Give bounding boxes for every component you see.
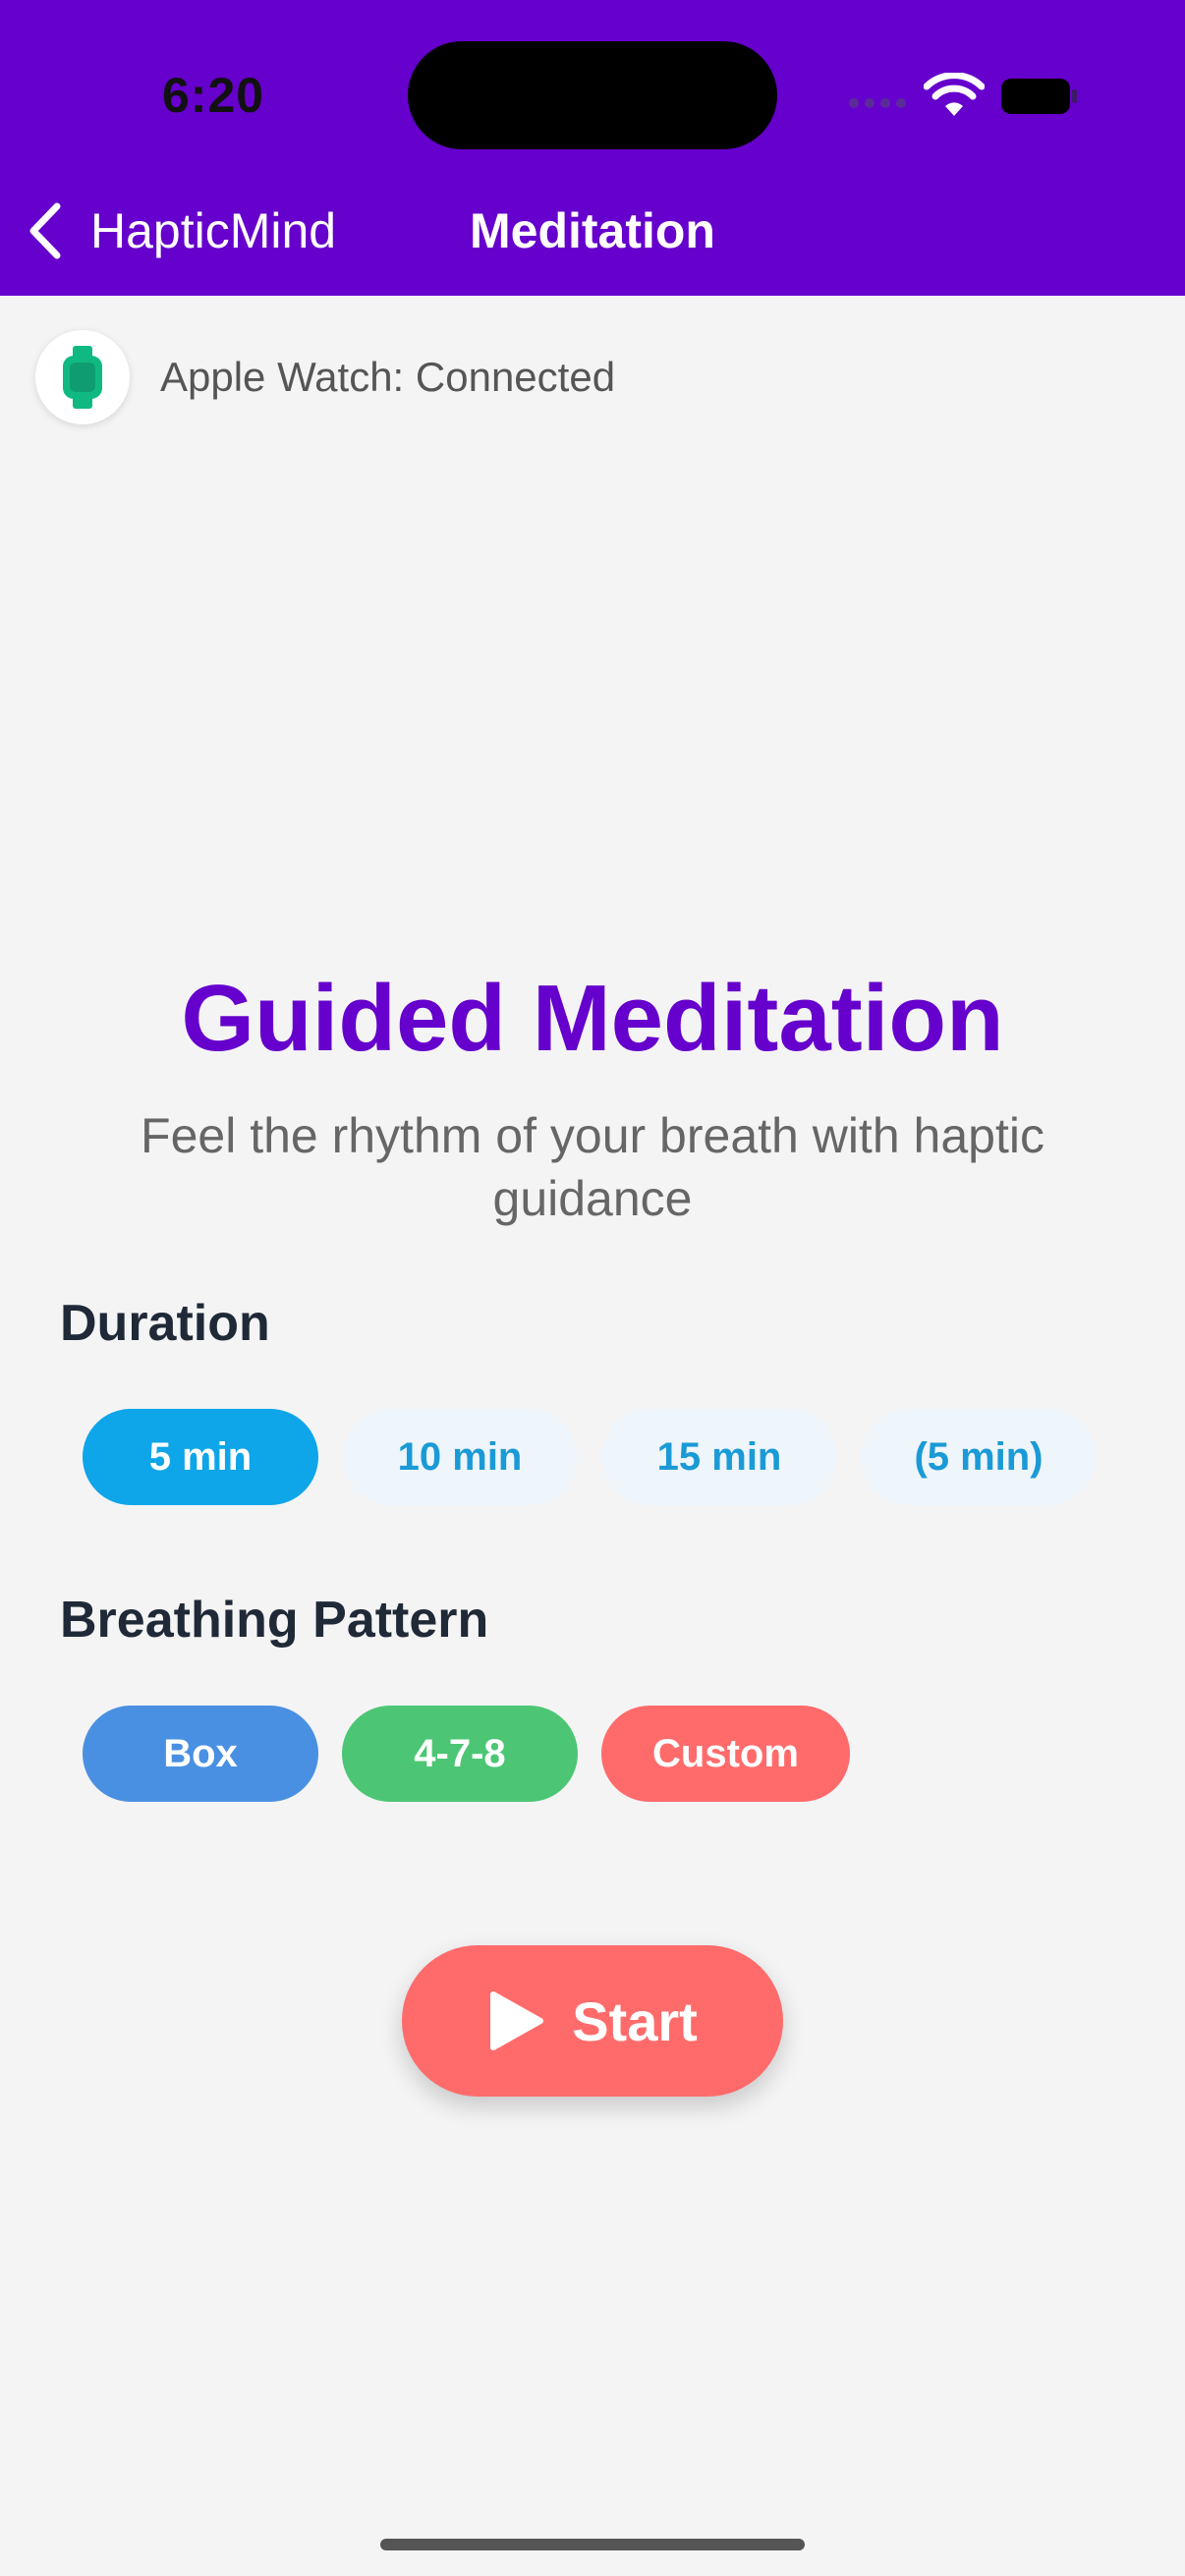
duration-option-5[interactable]: 5 min [83,1409,318,1505]
wifi-icon [924,73,985,116]
home-indicator[interactable] [380,2539,805,2550]
cellular-signal-icon [849,98,906,108]
play-icon [490,1991,544,2050]
subtitle: Feel the rhythm of your breath with hapt… [141,1108,1044,1226]
start-button[interactable]: Start [402,1945,783,2097]
watch-icon [63,346,102,409]
dynamic-island [408,41,777,149]
duration-option-10[interactable]: 10 min [342,1409,578,1505]
page-title: Meditation [470,203,715,258]
duration-label: Duration [60,1295,270,1352]
breathing-pattern-label: Breathing Pattern [60,1592,489,1649]
pattern-478-button[interactable]: 4-7-8 [342,1706,578,1802]
status-time: 6:20 [162,68,265,123]
battery-icon [1001,79,1077,114]
duration-option-custom[interactable]: (5 min) [861,1409,1097,1505]
duration-option-15[interactable]: 15 min [601,1409,837,1505]
pattern-box-button[interactable]: Box [83,1706,318,1802]
main-title: Guided Meditation [181,966,1004,1071]
nav-header: 6:20 HapticMind Meditation [0,0,1185,296]
pattern-custom-button[interactable]: Custom [601,1706,850,1802]
watch-status-badge [35,330,130,424]
watch-status-text: Apple Watch: Connected [160,354,616,400]
start-label: Start [572,1989,698,2052]
